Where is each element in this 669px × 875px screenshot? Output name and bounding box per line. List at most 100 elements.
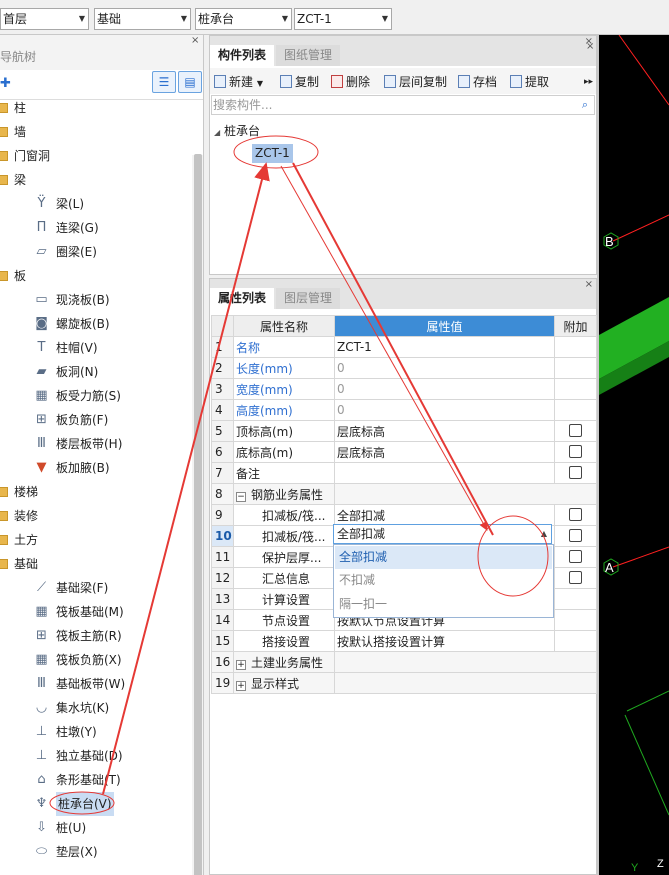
dropdown-option-alternate[interactable]: 隔一扣一 (335, 593, 552, 616)
nav-item[interactable]: Π 连梁(G) (0, 216, 192, 240)
nav-item[interactable]: ⊥ 独立基础(D) (0, 744, 192, 768)
nav-folder[interactable]: 板 (0, 264, 192, 288)
list-view-icon[interactable]: ☰ (152, 71, 176, 93)
property-value-cell[interactable]: 按默认搭接设置计算 (334, 630, 555, 652)
extra-checkbox[interactable] (569, 466, 582, 479)
dropdown-option-all[interactable]: 全部扣减 (335, 546, 552, 569)
floor-select[interactable]: 首层 ▼ (0, 8, 89, 30)
property-row[interactable]: 15 搭接设置 按默认搭接设置计算 (211, 630, 597, 652)
nav-item[interactable]: Ⅲ 基础板带(W) (0, 672, 192, 696)
extra-cell (554, 609, 597, 631)
nav-item[interactable]: ▦ 筏板基础(M) (0, 600, 192, 624)
property-value-cell[interactable]: 全部扣减 (334, 504, 555, 526)
nav-item[interactable]: ▭ 现浇板(B) (0, 288, 192, 312)
model-3d-view[interactable]: B A Y Z (599, 35, 669, 875)
extra-checkbox[interactable] (569, 550, 582, 563)
nav-item[interactable]: ⊞ 筏板主筋(R) (0, 624, 192, 648)
nav-item[interactable]: ⊞ 板负筋(F) (0, 408, 192, 432)
nav-item[interactable]: ⊥ 柱墩(Y) (0, 720, 192, 744)
property-value-cell[interactable]: 层底标高 (334, 441, 555, 463)
nav-item[interactable]: ▦ 板受力筋(S) (0, 384, 192, 408)
property-value-cell[interactable]: 层底标高 (334, 420, 555, 442)
nav-folder[interactable]: 墙 (0, 120, 192, 144)
property-row[interactable]: 19 + 显示样式 (211, 672, 597, 694)
property-value-cell[interactable] (334, 483, 597, 505)
floor-copy-button[interactable]: 层间复制 (384, 73, 447, 91)
component-name-select[interactable]: ZCT-1 ▼ (294, 8, 392, 30)
nav-item[interactable]: ▼ 板加腋(B) (0, 456, 192, 480)
nav-folder[interactable]: 柱 (0, 96, 192, 120)
nav-item[interactable]: ◙ 螺旋板(B) (0, 312, 192, 336)
property-value-cell[interactable] (334, 651, 597, 673)
collapse-triangle-icon[interactable]: ◢ (214, 128, 220, 137)
search-icon[interactable]: ⌕ (582, 98, 588, 112)
property-value-cell[interactable] (334, 462, 555, 484)
component-type-select[interactable]: 桩承台 ▼ (195, 8, 292, 30)
property-row[interactable]: 1 名称 ZCT-1 (211, 336, 597, 358)
tab-component-list[interactable]: 构件列表 (210, 45, 275, 66)
component-search-input[interactable] (212, 96, 552, 114)
nav-folder[interactable]: 梁 (0, 168, 192, 192)
nav-item[interactable]: ⇩ 桩(U) (0, 816, 192, 840)
chevron-up-icon[interactable]: ▲ (541, 525, 547, 543)
property-value-cell[interactable]: 0 (334, 378, 555, 400)
tab-layer-management[interactable]: 图层管理 (276, 288, 341, 309)
nav-item[interactable]: ⌂ 条形基础(T) (0, 768, 192, 792)
dropdown-option-none[interactable]: 不扣减 (335, 569, 552, 592)
property-row[interactable]: 6 底标高(m) 层底标高 (211, 441, 597, 463)
property-row[interactable]: 8− 钢筋业务属性 (211, 483, 597, 505)
extra-checkbox[interactable] (569, 529, 582, 542)
nav-item[interactable]: T 柱帽(V) (0, 336, 192, 360)
collapse-icon[interactable]: − (236, 491, 246, 502)
property-value-cell[interactable] (334, 672, 597, 694)
nav-item[interactable]: ⬭ 垫层(X) (0, 840, 192, 864)
property-value-cell[interactable]: 0 (334, 357, 555, 379)
expand-icon[interactable]: + (236, 680, 246, 691)
extra-checkbox[interactable] (569, 508, 582, 521)
nav-item[interactable]: ⟋ 基础梁(F) (0, 576, 192, 600)
close-icon[interactable]: × (191, 35, 199, 46)
property-row[interactable]: 3 宽度(mm) 0 (211, 378, 597, 400)
property-value-cell[interactable]: ZCT-1 (334, 336, 555, 358)
new-button[interactable]: 新建 ▼ (214, 73, 263, 91)
expand-icon[interactable]: + (236, 659, 246, 670)
close-icon[interactable]: × (586, 41, 594, 52)
property-row[interactable]: 16 + 土建业务属性 (211, 651, 597, 673)
nav-folder[interactable]: 楼梯 (0, 480, 192, 504)
delete-button[interactable]: 删除 (331, 73, 370, 91)
nav-item[interactable]: Ÿ 梁(L) (0, 192, 192, 216)
property-row[interactable]: 4 高度(mm) 0 (211, 399, 597, 421)
table-view-icon[interactable]: ▤ (178, 71, 202, 93)
tab-property-list[interactable]: 属性列表 (210, 288, 275, 309)
nav-item[interactable]: Ⅲ 楼层板带(H) (0, 432, 192, 456)
nav-item[interactable]: ▰ 板洞(N) (0, 360, 192, 384)
property-value-cell[interactable]: 0 (334, 399, 555, 421)
property-row[interactable]: 5 顶标高(m) 层底标高 (211, 420, 597, 442)
extract-button[interactable]: 提取 (510, 73, 549, 91)
nav-item[interactable]: ♆ 桩承台(V) (0, 792, 192, 816)
nav-item[interactable]: ▦ 筏板负筋(X) (0, 648, 192, 672)
extra-checkbox[interactable] (569, 424, 582, 437)
nav-folder[interactable]: 装修 (0, 504, 192, 528)
nav-folder[interactable]: 基础 (0, 552, 192, 576)
close-icon[interactable]: × (585, 279, 593, 290)
tab-drawing-management[interactable]: 图纸管理 (276, 45, 341, 66)
extra-checkbox[interactable] (569, 571, 582, 584)
property-row[interactable]: 7 备注 (211, 462, 597, 484)
category-select[interactable]: 基础 ▼ (94, 8, 191, 30)
deduct-mode-select[interactable]: 全部扣减 ▲ (333, 524, 552, 544)
tree-root-item[interactable]: ◢ 桩承台 (214, 122, 260, 139)
extra-checkbox[interactable] (569, 445, 582, 458)
property-row[interactable]: 9 扣减板/筏... 全部扣减 (211, 504, 597, 526)
nav-item[interactable]: ◡ 集水坑(K) (0, 696, 192, 720)
more-tools-icon[interactable]: ▸▸ (584, 73, 593, 91)
nav-folder[interactable]: 门窗洞 (0, 144, 192, 168)
nav-folder[interactable]: 土方 (0, 528, 192, 552)
nav-scrollbar-thumb[interactable] (194, 154, 202, 875)
add-icon[interactable]: ✚ (0, 76, 11, 91)
tree-item-zct-1[interactable]: ZCT-1 (252, 144, 293, 163)
copy-button[interactable]: 复制 (280, 73, 319, 91)
nav-item[interactable]: ▱ 圈梁(E) (0, 240, 192, 264)
property-row[interactable]: 2 长度(mm) 0 (211, 357, 597, 379)
save-button[interactable]: 存档 (458, 73, 497, 91)
